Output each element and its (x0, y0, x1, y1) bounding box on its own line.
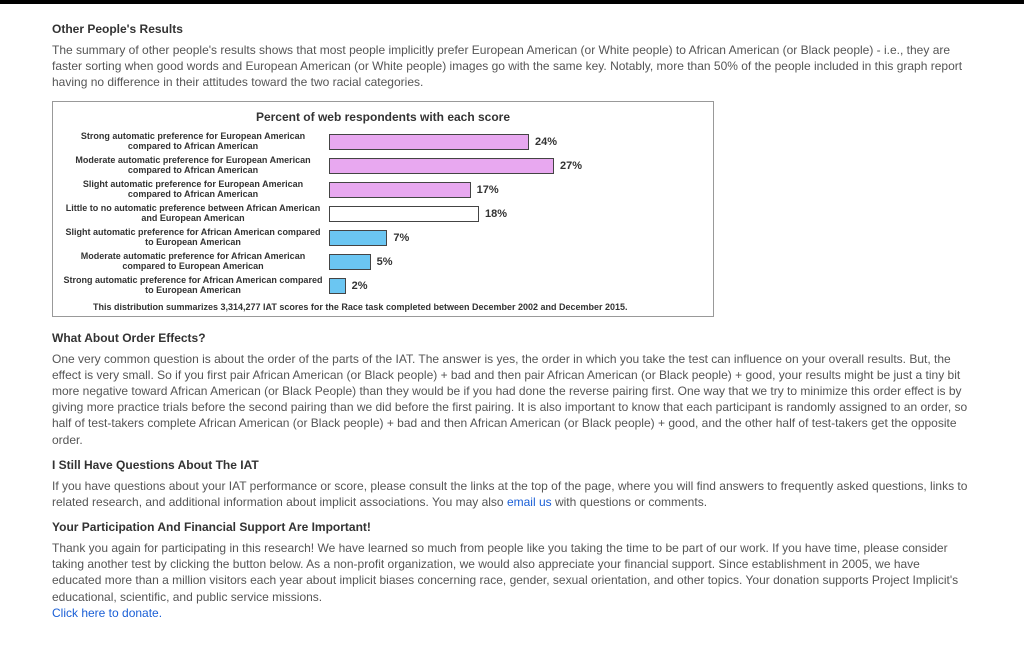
chart-row: Little to no automatic preference betwee… (63, 202, 703, 226)
chart-bar-area: 2% (329, 277, 629, 295)
chart-bar (329, 278, 346, 294)
chart-bar-value: 5% (377, 256, 393, 268)
heading-participation: Your Participation And Financial Support… (52, 520, 972, 534)
chart-row: Slight automatic preference for European… (63, 178, 703, 202)
chart-row-label: Strong automatic preference for European… (63, 132, 329, 152)
chart-row: Moderate automatic preference for Europe… (63, 154, 703, 178)
chart-bar-value: 27% (560, 160, 582, 172)
text-participation-body: Thank you again for participating in thi… (52, 541, 958, 604)
chart-bar-value: 17% (477, 184, 499, 196)
chart-title: Percent of web respondents with each sco… (63, 110, 703, 124)
chart-bar (329, 254, 371, 270)
chart-bar (329, 158, 554, 174)
text-questions-after: with questions or comments. (552, 495, 707, 509)
chart-row: Moderate automatic preference for Africa… (63, 250, 703, 274)
chart-bar (329, 206, 479, 222)
chart-bar-area: 27% (329, 157, 629, 175)
paragraph-order-effects: One very common question is about the or… (52, 351, 972, 448)
chart-row-label: Moderate automatic preference for Europe… (63, 156, 329, 176)
chart-row-label: Moderate automatic preference for Africa… (63, 252, 329, 272)
chart-row-label: Strong automatic preference for African … (63, 276, 329, 296)
heading-other-results: Other People's Results (52, 22, 972, 36)
chart-bar-area: 18% (329, 205, 629, 223)
chart-bar-value: 7% (393, 232, 409, 244)
donate-link[interactable]: Click here to donate. (52, 606, 162, 620)
chart-bar-area: 5% (329, 253, 629, 271)
heading-questions: I Still Have Questions About The IAT (52, 458, 972, 472)
chart-bar (329, 230, 387, 246)
chart-bar-value: 2% (352, 280, 368, 292)
chart-bar-area: 24% (329, 133, 629, 151)
chart-row: Strong automatic preference for European… (63, 130, 703, 154)
chart-bar-value: 18% (485, 208, 507, 220)
paragraph-questions: If you have questions about your IAT per… (52, 478, 972, 510)
chart-row: Slight automatic preference for African … (63, 226, 703, 250)
chart-footnote: This distribution summarizes 3,314,277 I… (93, 302, 703, 312)
paragraph-participation: Thank you again for participating in thi… (52, 540, 972, 621)
chart-row-label: Slight automatic preference for European… (63, 180, 329, 200)
paragraph-other-results: The summary of other people's results sh… (52, 42, 972, 91)
chart-bar (329, 182, 471, 198)
chart-row-label: Slight automatic preference for African … (63, 228, 329, 248)
chart-bar-area: 7% (329, 229, 629, 247)
chart-bar-area: 17% (329, 181, 629, 199)
chart-bar-value: 24% (535, 136, 557, 148)
email-us-link[interactable]: email us (507, 495, 552, 509)
chart-bar (329, 134, 529, 150)
results-chart: Percent of web respondents with each sco… (52, 101, 714, 317)
chart-row: Strong automatic preference for African … (63, 274, 703, 298)
heading-order-effects: What About Order Effects? (52, 331, 972, 345)
chart-row-label: Little to no automatic preference betwee… (63, 204, 329, 224)
